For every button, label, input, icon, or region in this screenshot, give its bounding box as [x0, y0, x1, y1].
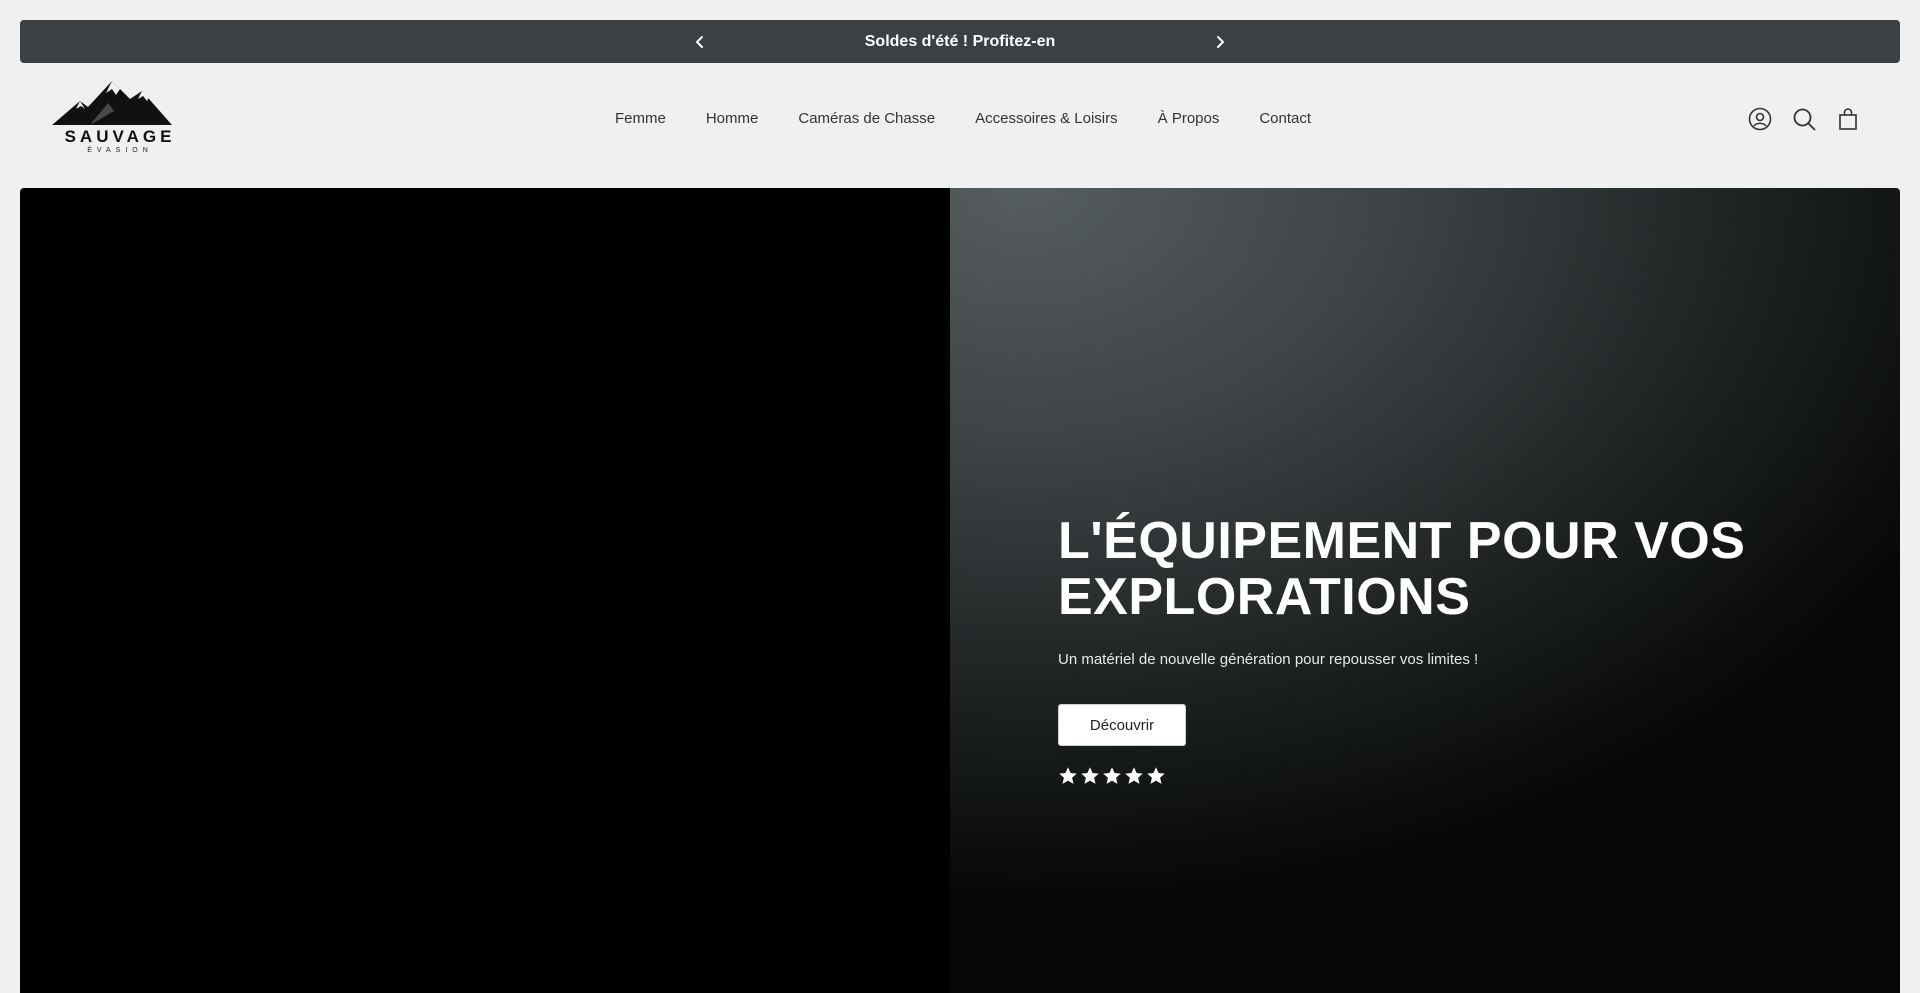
logo-sub-text: ÉVASION	[87, 147, 153, 154]
hero-banner: L'ÉQUIPEMENT POUR VOS EXPLORATIONS Un ma…	[20, 188, 1900, 993]
star-icon	[1080, 766, 1100, 791]
search-icon[interactable]	[1792, 107, 1816, 131]
announcement-message: Soldes d'été ! Profitez-en	[864, 32, 1056, 50]
nav-item-contact[interactable]: Contact	[1259, 110, 1311, 127]
nav-item-accessoires-loisirs[interactable]: Accessoires & Loisirs	[975, 110, 1118, 127]
hero-title-line2: EXPLORATIONS	[1058, 568, 1471, 626]
mountain-logo-icon	[50, 79, 190, 127]
hero-text-panel: L'ÉQUIPEMENT POUR VOS EXPLORATIONS Un ma…	[950, 188, 1900, 993]
account-icon[interactable]	[1748, 107, 1772, 131]
star-icon	[1146, 766, 1166, 791]
cart-icon[interactable]	[1836, 107, 1860, 131]
hero-title-line1: L'ÉQUIPEMENT POUR VOS	[1058, 512, 1746, 570]
hero-title: L'ÉQUIPEMENT POUR VOS EXPLORATIONS	[1058, 513, 1858, 625]
nav-item-cameras-de-chasse[interactable]: Caméras de Chasse	[798, 110, 935, 127]
star-icon	[1058, 766, 1078, 791]
hero-subtitle: Un matériel de nouvelle génération pour …	[1058, 651, 1479, 668]
hero-image	[20, 188, 950, 993]
nav-item-homme[interactable]: Homme	[706, 110, 759, 127]
nav-item-femme[interactable]: Femme	[615, 110, 666, 127]
site-header: SAUVAGE ÉVASION Femme Homme Caméras de C…	[20, 63, 1900, 188]
star-icon	[1124, 766, 1144, 791]
hero-content: L'ÉQUIPEMENT POUR VOS EXPLORATIONS Un ma…	[1058, 513, 1858, 791]
chevron-left-icon[interactable]	[685, 27, 715, 57]
nav-item-a-propos[interactable]: À Propos	[1158, 110, 1220, 127]
discover-button[interactable]: Découvrir	[1058, 704, 1186, 746]
header-icons	[1748, 107, 1860, 131]
site-logo[interactable]: SAUVAGE ÉVASION	[50, 79, 190, 163]
chevron-right-icon[interactable]	[1205, 27, 1235, 57]
announcement-bar: Soldes d'été ! Profitez-en	[20, 20, 1900, 63]
star-icon	[1102, 766, 1122, 791]
logo-brand-text: SAUVAGE	[64, 127, 176, 146]
main-nav: Femme Homme Caméras de Chasse Accessoire…	[615, 110, 1351, 127]
rating-stars	[1058, 766, 1858, 791]
